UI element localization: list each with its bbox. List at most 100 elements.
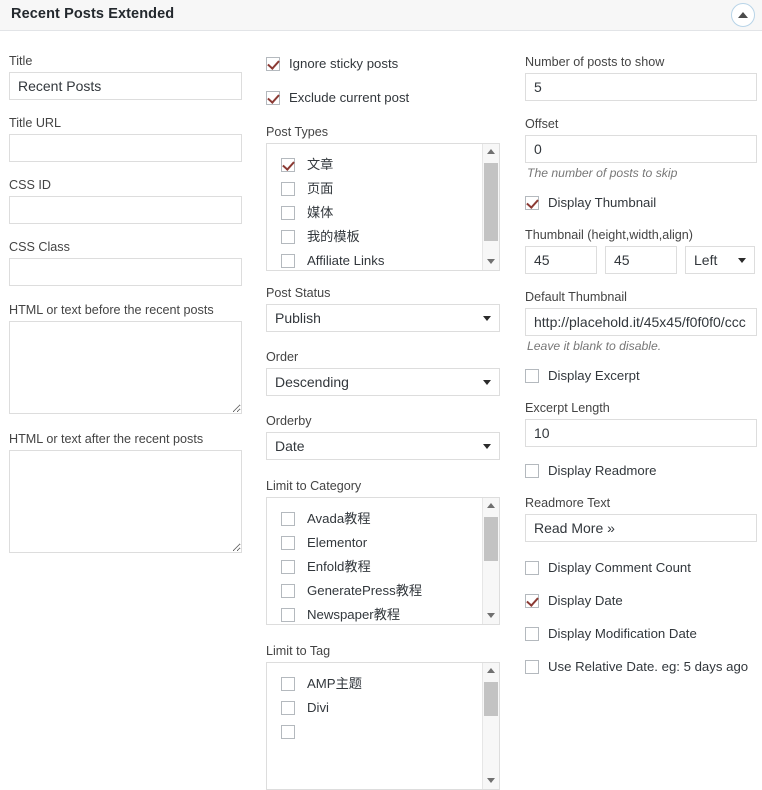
field-limit-tag: Limit to Tag AMP主题 Divi xyxy=(266,643,500,790)
display-date-checkbox[interactable] xyxy=(525,594,539,608)
number-of-posts-input[interactable] xyxy=(525,73,757,101)
tag-checkbox-2[interactable] xyxy=(281,725,295,739)
scrollbar-thumb[interactable] xyxy=(484,517,498,561)
list-item[interactable]: 页面 xyxy=(281,177,482,201)
list-item[interactable]: 文章 xyxy=(281,153,482,177)
field-number-of-posts: Number of posts to show xyxy=(525,54,757,101)
field-css-class: CSS Class xyxy=(9,239,242,286)
scroll-down-button[interactable] xyxy=(483,772,499,789)
limit-tag-scrollbar[interactable] xyxy=(482,663,499,789)
checkbox-row-exclude-current[interactable]: Exclude current post xyxy=(266,88,500,108)
readmore-text-input[interactable] xyxy=(525,514,757,542)
title-url-input[interactable] xyxy=(9,134,242,162)
scroll-down-button[interactable] xyxy=(483,253,499,270)
title-input[interactable] xyxy=(9,72,242,100)
post-type-label-0: 文章 xyxy=(307,157,333,173)
checkbox-row-display-readmore[interactable]: Display Readmore xyxy=(525,461,757,481)
list-item[interactable]: Elementor xyxy=(281,531,482,555)
list-item[interactable]: GeneratePress教程 xyxy=(281,579,482,603)
use-relative-date-checkbox[interactable] xyxy=(525,660,539,674)
limit-tag-listbox[interactable]: AMP主题 Divi xyxy=(266,662,500,790)
thumbnail-width-input[interactable] xyxy=(605,246,677,274)
exclude-current-post-checkbox[interactable] xyxy=(266,91,280,105)
default-thumbnail-input[interactable] xyxy=(525,308,757,336)
post-status-select[interactable]: Publish xyxy=(266,304,500,332)
category-checkbox-4[interactable] xyxy=(281,608,295,622)
field-css-id: CSS ID xyxy=(9,177,242,224)
list-item[interactable]: Affiliate Links xyxy=(281,249,482,270)
field-html-after: HTML or text after the recent posts xyxy=(9,431,242,553)
list-item[interactable]: 我的模板 xyxy=(281,225,482,249)
list-item[interactable]: Enfold教程 xyxy=(281,555,482,579)
scrollbar-thumb[interactable] xyxy=(484,163,498,241)
checkbox-row-display-date[interactable]: Display Date xyxy=(525,591,757,611)
list-item[interactable]: 媒体 xyxy=(281,201,482,225)
label-limit-category: Limit to Category xyxy=(266,478,500,494)
tag-label-1: Divi xyxy=(307,700,329,716)
display-readmore-checkbox[interactable] xyxy=(525,464,539,478)
triangle-up-icon xyxy=(487,503,495,508)
post-types-scrollbar[interactable] xyxy=(482,144,499,270)
ignore-sticky-posts-checkbox[interactable] xyxy=(266,57,280,71)
css-id-input[interactable] xyxy=(9,196,242,224)
scroll-up-button[interactable] xyxy=(483,498,499,515)
label-css-id: CSS ID xyxy=(9,177,242,193)
excerpt-length-input[interactable] xyxy=(525,419,757,447)
checkbox-row-use-relative-date[interactable]: Use Relative Date. eg: 5 days ago xyxy=(525,657,757,677)
category-checkbox-3[interactable] xyxy=(281,584,295,598)
category-label-0: Avada教程 xyxy=(307,511,371,527)
field-orderby: Orderby Date xyxy=(266,413,500,460)
post-types-listbox[interactable]: 文章 页面 媒体 我的模板 Affiliate Links xyxy=(266,143,500,271)
post-type-checkbox-3[interactable] xyxy=(281,230,295,244)
post-type-checkbox-0[interactable] xyxy=(281,158,295,172)
post-type-label-1: 页面 xyxy=(307,181,333,197)
post-type-checkbox-4[interactable] xyxy=(281,254,295,268)
scrollbar-thumb[interactable] xyxy=(484,682,498,716)
label-post-types: Post Types xyxy=(266,124,500,140)
checkbox-row-display-modification-date[interactable]: Display Modification Date xyxy=(525,624,757,644)
category-checkbox-2[interactable] xyxy=(281,560,295,574)
label-post-status: Post Status xyxy=(266,285,500,301)
checkbox-row-ignore-sticky[interactable]: Ignore sticky posts xyxy=(266,54,500,74)
post-types-list: 文章 页面 媒体 我的模板 Affiliate Links xyxy=(267,144,482,270)
scroll-down-button[interactable] xyxy=(483,607,499,624)
order-select[interactable]: Descending xyxy=(266,368,500,396)
category-checkbox-1[interactable] xyxy=(281,536,295,550)
post-type-checkbox-2[interactable] xyxy=(281,206,295,220)
html-before-textarea[interactable] xyxy=(9,321,242,414)
tag-checkbox-1[interactable] xyxy=(281,701,295,715)
orderby-select[interactable]: Date xyxy=(266,432,500,460)
label-order: Order xyxy=(266,349,500,365)
field-limit-category: Limit to Category Avada教程 Elementor Enfo… xyxy=(266,478,500,625)
limit-category-listbox[interactable]: Avada教程 Elementor Enfold教程 GeneratePress… xyxy=(266,497,500,625)
category-label-1: Elementor xyxy=(307,535,367,551)
limit-category-scrollbar[interactable] xyxy=(482,498,499,624)
display-modification-date-checkbox[interactable] xyxy=(525,627,539,641)
list-item[interactable] xyxy=(281,720,482,744)
scroll-up-button[interactable] xyxy=(483,144,499,161)
css-class-input[interactable] xyxy=(9,258,242,286)
post-type-checkbox-1[interactable] xyxy=(281,182,295,196)
thumbnail-align-select[interactable]: Left xyxy=(685,246,755,274)
display-readmore-label: Display Readmore xyxy=(548,463,656,479)
list-item[interactable]: Divi xyxy=(281,696,482,720)
html-after-textarea[interactable] xyxy=(9,450,242,553)
checkbox-row-display-thumbnail[interactable]: Display Thumbnail xyxy=(525,193,757,213)
offset-input[interactable] xyxy=(525,135,757,163)
category-checkbox-0[interactable] xyxy=(281,512,295,526)
tag-checkbox-0[interactable] xyxy=(281,677,295,691)
field-default-thumbnail: Default Thumbnail Leave it blank to disa… xyxy=(525,289,757,354)
thumbnail-height-input[interactable] xyxy=(525,246,597,274)
list-item[interactable]: Avada教程 xyxy=(281,507,482,531)
checkbox-row-display-comment-count[interactable]: Display Comment Count xyxy=(525,558,757,578)
display-thumbnail-checkbox[interactable] xyxy=(525,196,539,210)
collapse-panel-button[interactable] xyxy=(731,3,755,27)
widget-header: Recent Posts Extended xyxy=(0,0,762,31)
checkbox-row-display-excerpt[interactable]: Display Excerpt xyxy=(525,366,757,386)
display-excerpt-checkbox[interactable] xyxy=(525,369,539,383)
list-item[interactable]: Newspaper教程 xyxy=(281,603,482,624)
list-item[interactable]: AMP主题 xyxy=(281,672,482,696)
display-comment-count-checkbox[interactable] xyxy=(525,561,539,575)
post-type-label-3: 我的模板 xyxy=(307,229,360,245)
scroll-up-button[interactable] xyxy=(483,663,499,680)
